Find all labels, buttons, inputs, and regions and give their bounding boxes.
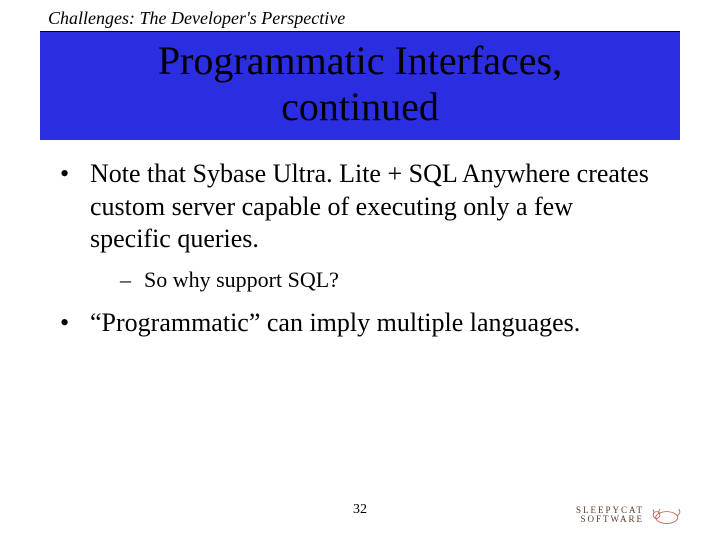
logo-line2: SOFTWARE <box>576 515 644 524</box>
footer-logo: SLEEPYCAT SOFTWARE <box>576 504 682 526</box>
content-area: • Note that Sybase Ultra. Lite + SQL Any… <box>0 140 720 340</box>
slide-title-line2: continued <box>40 84 680 130</box>
bullet-2-text: “Programmatic” can imply multiple langua… <box>90 307 660 340</box>
bullet-1-sub: – So why support SQL? <box>120 266 660 294</box>
cat-icon <box>648 504 682 526</box>
slide-title-line1: Programmatic Interfaces, <box>40 38 680 84</box>
bullet-dot-icon: • <box>60 307 90 340</box>
section-header: Challenges: The Developer's Perspective <box>0 0 720 31</box>
bullet-1: • Note that Sybase Ultra. Lite + SQL Any… <box>60 158 660 256</box>
bullet-1-sub-text: So why support SQL? <box>144 266 339 294</box>
logo-text: SLEEPYCAT SOFTWARE <box>576 506 644 525</box>
title-band: Programmatic Interfaces, continued <box>40 32 680 140</box>
bullet-1-text: Note that Sybase Ultra. Lite + SQL Anywh… <box>90 158 660 256</box>
bullet-2: • “Programmatic” can imply multiple lang… <box>60 307 660 340</box>
bullet-dash-icon: – <box>120 266 144 294</box>
bullet-dot-icon: • <box>60 158 90 256</box>
